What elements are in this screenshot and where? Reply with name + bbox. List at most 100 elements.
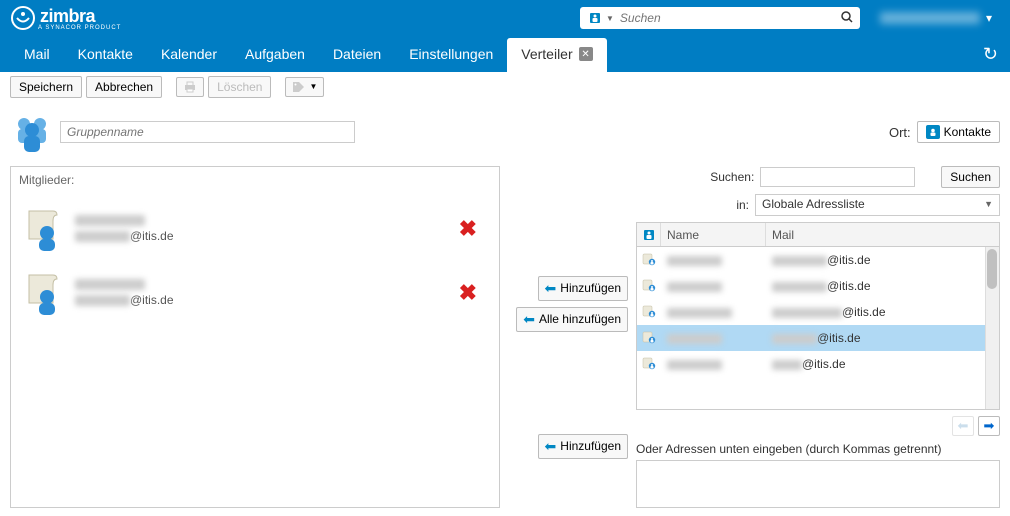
add-all-label: Alle hinzufügen [539, 312, 621, 326]
tab-label: Verteiler [521, 46, 572, 62]
group-name-input[interactable] [60, 121, 355, 143]
col-name-header[interactable]: Name [661, 223, 766, 246]
search-row: Suchen: Suchen [636, 166, 1000, 188]
logo: zimbra A SYNACOR PRODUCT [10, 5, 121, 31]
tab-mail[interactable]: Mail [10, 38, 64, 72]
results-body: @itis.de @itis.de @itis.de @itis.de @iti… [637, 247, 999, 409]
tab-verteiler[interactable]: Verteiler ✕ [507, 38, 606, 72]
col-icon-header[interactable] [637, 223, 661, 246]
add-manual-button[interactable]: ⬅ Hinzufügen [538, 434, 628, 459]
caret-down-icon: ▼ [309, 82, 317, 91]
result-mail: @itis.de [766, 253, 999, 267]
right-column: Suchen: Suchen in: Globale Adressliste N… [636, 166, 1000, 508]
user-name [880, 12, 980, 24]
logo-icon [10, 5, 36, 31]
remove-member-button[interactable]: ✖ [459, 216, 487, 242]
arrow-left-icon: ⬅ [545, 280, 557, 297]
tab-contacts[interactable]: Kontakte [64, 38, 147, 72]
result-name [661, 357, 766, 371]
tab-settings[interactable]: Einstellungen [395, 38, 507, 72]
location-label: Ort: [889, 125, 911, 140]
member-info: @itis.de [75, 215, 459, 243]
delete-button[interactable]: Löschen [208, 76, 271, 98]
arrow-left-icon: ⬅ [958, 418, 969, 434]
main-columns: Mitglieder: @itis.de ✖ @itis.de ✖ [10, 166, 1000, 508]
addressbook-icon [926, 125, 940, 139]
result-type-icon [637, 356, 661, 373]
result-row[interactable]: @itis.de [637, 273, 999, 299]
print-button[interactable] [176, 77, 204, 97]
user-menu[interactable]: ▾ [880, 11, 1000, 25]
in-select-value: Globale Adressliste [762, 197, 865, 211]
tab-calendar[interactable]: Kalender [147, 38, 231, 72]
result-row[interactable]: @itis.de [637, 351, 999, 377]
result-type-icon [637, 278, 661, 295]
result-mail: @itis.de [766, 279, 999, 293]
in-row: in: Globale Adressliste [636, 194, 1000, 216]
search-input[interactable] [616, 11, 840, 25]
page-prev-button[interactable]: ⬅ [952, 416, 974, 436]
result-type-icon [637, 304, 661, 321]
pager: ⬅ ➡ [636, 410, 1000, 442]
col-mail-header[interactable]: Mail [766, 223, 999, 246]
result-name [661, 305, 766, 319]
location-button[interactable]: Kontakte [917, 121, 1000, 143]
result-type-icon [637, 252, 661, 269]
tab-bar: Mail Kontakte Kalender Aufgaben Dateien … [0, 36, 1010, 72]
manual-addresses-input[interactable] [636, 460, 1000, 508]
arrow-right-icon: ➡ [984, 418, 995, 434]
caret-down-icon: ▾ [986, 11, 992, 25]
member-mail: @itis.de [75, 293, 459, 307]
save-button[interactable]: Speichern [10, 76, 82, 98]
topbar: zimbra A SYNACOR PRODUCT ▼ ▾ [0, 0, 1010, 36]
result-mail: @itis.de [766, 357, 999, 371]
add-button[interactable]: ⬅ Hinzufügen [538, 276, 628, 301]
member-item: @itis.de ✖ [15, 197, 495, 261]
add-manual-label: Hinzufügen [560, 439, 621, 453]
result-row[interactable]: @itis.de [637, 247, 999, 273]
contact-icon [23, 271, 67, 315]
logo-text: zimbra [40, 6, 121, 27]
logo-subtitle: A SYNACOR PRODUCT [38, 25, 121, 31]
page-next-button[interactable]: ➡ [978, 416, 1000, 436]
refresh-icon[interactable]: ↻ [983, 44, 998, 65]
results-box: Name Mail @itis.de @itis.de @itis.de @it… [636, 222, 1000, 410]
tab-tasks[interactable]: Aufgaben [231, 38, 319, 72]
cancel-button[interactable]: Abbrechen [86, 76, 162, 98]
results-header: Name Mail [637, 223, 999, 247]
tab-files[interactable]: Dateien [319, 38, 395, 72]
manual-label: Oder Adressen unten eingeben (durch Komm… [636, 442, 1000, 456]
close-icon[interactable]: ✕ [579, 47, 593, 61]
header-row: Ort: Kontakte [10, 110, 1000, 154]
scrollbar[interactable] [985, 247, 999, 409]
location-value: Kontakte [944, 125, 991, 139]
result-name [661, 279, 766, 293]
result-row[interactable]: @itis.de [637, 299, 999, 325]
middle-column: ⬅ Hinzufügen ⬅ Alle hinzufügen ⬅ Hinzufü… [508, 166, 628, 508]
result-row[interactable]: @itis.de [637, 325, 999, 351]
group-icon [10, 110, 54, 154]
arrow-left-icon: ⬅ [523, 311, 535, 328]
result-type-icon [637, 330, 661, 347]
tag-button[interactable]: ▼ [285, 77, 324, 97]
remove-member-button[interactable]: ✖ [459, 280, 487, 306]
in-select[interactable]: Globale Adressliste [755, 194, 1000, 216]
member-item: @itis.de ✖ [15, 261, 495, 325]
contact-icon [23, 207, 67, 251]
member-name [75, 279, 145, 290]
result-name [661, 331, 766, 345]
search-scope-icon[interactable] [586, 12, 604, 24]
gal-search-button[interactable]: Suchen [941, 166, 1000, 188]
caret-down-icon[interactable]: ▼ [606, 14, 614, 23]
add-all-button[interactable]: ⬅ Alle hinzufügen [516, 307, 628, 332]
gal-search-input[interactable] [760, 167, 915, 187]
member-name [75, 215, 145, 226]
member-mail: @itis.de [75, 229, 459, 243]
search-icon[interactable] [840, 10, 854, 27]
tag-icon [292, 81, 306, 93]
content: Ort: Kontakte Mitglieder: @itis.de ✖ [0, 102, 1010, 516]
search-label: Suchen: [710, 170, 754, 184]
search-box[interactable]: ▼ [580, 7, 860, 29]
in-label: in: [736, 198, 749, 212]
left-column: Mitglieder: @itis.de ✖ @itis.de ✖ [10, 166, 500, 508]
